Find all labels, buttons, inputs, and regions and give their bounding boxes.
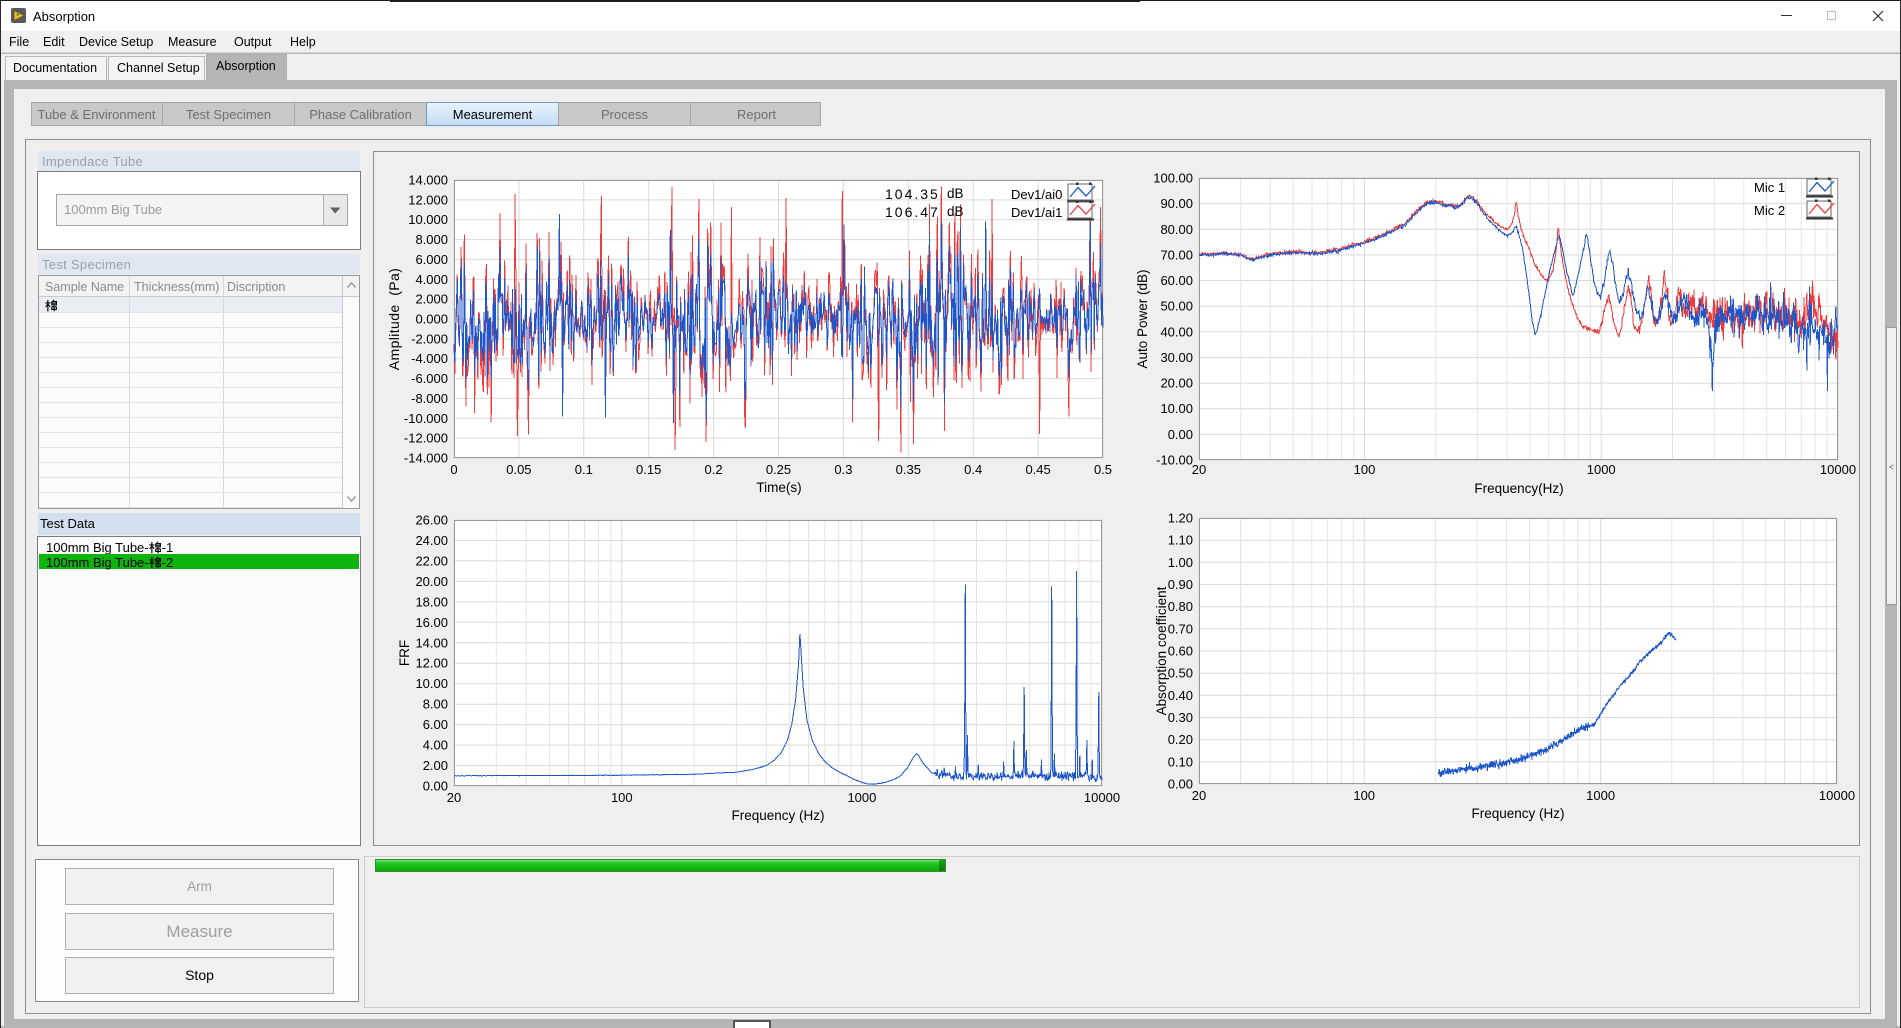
svg-text:1000: 1000 — [1587, 462, 1616, 477]
svg-text:0.000: 0.000 — [415, 312, 448, 327]
svg-text:6.00: 6.00 — [423, 717, 448, 732]
svg-text:100: 100 — [1353, 788, 1375, 803]
svg-text:dB: dB — [947, 186, 964, 201]
svg-text:10000: 10000 — [1084, 790, 1120, 805]
svg-text:4.000: 4.000 — [415, 272, 448, 287]
svg-text:0.90: 0.90 — [1168, 577, 1193, 592]
svg-text:20: 20 — [1192, 462, 1206, 477]
svg-text:20: 20 — [1192, 788, 1206, 803]
svg-text:60.00: 60.00 — [1160, 273, 1193, 288]
svg-text:90.00: 90.00 — [1160, 196, 1193, 211]
svg-text:4.00: 4.00 — [423, 738, 448, 753]
svg-text:-10.00: -10.00 — [1156, 453, 1193, 468]
svg-text:10000: 10000 — [1819, 788, 1855, 803]
svg-text:Auto Power (dB): Auto Power (dB) — [1135, 269, 1150, 368]
svg-text:0.3: 0.3 — [834, 462, 852, 477]
svg-text:-8.000: -8.000 — [411, 391, 448, 406]
svg-text:100: 100 — [611, 790, 633, 805]
svg-text:0.60: 0.60 — [1168, 644, 1193, 659]
svg-text:100: 100 — [1354, 462, 1376, 477]
svg-text:106.47: 106.47 — [885, 204, 940, 220]
svg-text:0.00: 0.00 — [423, 779, 448, 794]
svg-text:24.00: 24.00 — [415, 533, 448, 548]
svg-text:1.00: 1.00 — [1168, 555, 1193, 570]
svg-text:2.00: 2.00 — [423, 758, 448, 773]
svg-text:0.4: 0.4 — [964, 462, 982, 477]
svg-text:70.00: 70.00 — [1160, 247, 1193, 262]
svg-text:10.00: 10.00 — [1160, 401, 1193, 416]
svg-text:Amplitude (Pa): Amplitude (Pa) — [386, 268, 402, 370]
svg-text:0.00: 0.00 — [1168, 427, 1193, 442]
svg-text:12.000: 12.000 — [408, 192, 448, 207]
svg-text:16.00: 16.00 — [415, 615, 448, 630]
svg-text:8.00: 8.00 — [423, 697, 448, 712]
svg-text:0.45: 0.45 — [1025, 462, 1050, 477]
svg-text:0.2: 0.2 — [705, 462, 723, 477]
svg-text:14.000: 14.000 — [408, 173, 448, 188]
svg-text:104.35: 104.35 — [885, 186, 940, 202]
svg-text:40.00: 40.00 — [1160, 324, 1193, 339]
svg-text:6.000: 6.000 — [415, 252, 448, 267]
svg-text:Dev1/ai0: Dev1/ai0 — [1011, 187, 1062, 202]
svg-text:0.1: 0.1 — [575, 462, 593, 477]
svg-text:-4.000: -4.000 — [411, 351, 448, 366]
svg-text:14.00: 14.00 — [415, 635, 448, 650]
svg-text:0.30: 0.30 — [1168, 710, 1193, 725]
svg-text:0.50: 0.50 — [1168, 666, 1193, 681]
svg-text:1000: 1000 — [1586, 788, 1615, 803]
svg-text:0: 0 — [450, 462, 457, 477]
svg-text:1.20: 1.20 — [1168, 511, 1193, 526]
svg-text:dB: dB — [947, 204, 964, 219]
svg-text:0.10: 0.10 — [1168, 754, 1193, 769]
svg-text:-14.000: -14.000 — [404, 451, 448, 466]
svg-text:1000: 1000 — [847, 790, 876, 805]
svg-text:10.000: 10.000 — [408, 212, 448, 227]
svg-text:100.00: 100.00 — [1153, 171, 1193, 186]
svg-text:Time(s): Time(s) — [756, 480, 801, 495]
svg-text:22.00: 22.00 — [415, 553, 448, 568]
svg-text:0.00: 0.00 — [1168, 777, 1193, 792]
svg-text:Mic 2: Mic 2 — [1754, 203, 1785, 218]
svg-text:0.35: 0.35 — [896, 462, 921, 477]
svg-text:20.00: 20.00 — [415, 574, 448, 589]
svg-text:1.10: 1.10 — [1168, 533, 1193, 548]
svg-text:30.00: 30.00 — [1160, 350, 1193, 365]
svg-text:10000: 10000 — [1820, 462, 1856, 477]
svg-text:2.000: 2.000 — [415, 292, 448, 307]
svg-text:8.000: 8.000 — [415, 232, 448, 247]
svg-text:18.00: 18.00 — [415, 594, 448, 609]
svg-text:26.00: 26.00 — [415, 513, 448, 528]
svg-text:0.20: 0.20 — [1168, 732, 1193, 747]
svg-text:0.25: 0.25 — [766, 462, 791, 477]
svg-text:Dev1/ai1: Dev1/ai1 — [1011, 205, 1062, 220]
svg-text:10.00: 10.00 — [415, 676, 448, 691]
svg-text:0.15: 0.15 — [636, 462, 661, 477]
svg-text:20: 20 — [447, 790, 461, 805]
svg-text:-2.000: -2.000 — [411, 331, 448, 346]
svg-text:20.00: 20.00 — [1160, 376, 1193, 391]
svg-text:-6.000: -6.000 — [411, 371, 448, 386]
svg-text:Mic 1: Mic 1 — [1754, 180, 1785, 195]
svg-text:80.00: 80.00 — [1160, 222, 1193, 237]
svg-text:0.40: 0.40 — [1168, 688, 1193, 703]
svg-text:0.70: 0.70 — [1168, 621, 1193, 636]
svg-text:-12.000: -12.000 — [404, 431, 448, 446]
svg-text:50.00: 50.00 — [1160, 299, 1193, 314]
svg-text:Frequency (Hz): Frequency (Hz) — [1471, 806, 1564, 821]
svg-text:Frequency (Hz): Frequency (Hz) — [731, 808, 824, 823]
svg-text:FRF: FRF — [397, 640, 412, 666]
svg-text:0.5: 0.5 — [1094, 462, 1112, 477]
svg-text:Absorption coefficient: Absorption coefficient — [1154, 586, 1169, 715]
svg-text:0.05: 0.05 — [506, 462, 531, 477]
svg-text:Frequency(Hz): Frequency(Hz) — [1474, 481, 1563, 496]
svg-text:0.80: 0.80 — [1168, 599, 1193, 614]
svg-text:12.00: 12.00 — [415, 656, 448, 671]
svg-text:-10.000: -10.000 — [404, 411, 448, 426]
